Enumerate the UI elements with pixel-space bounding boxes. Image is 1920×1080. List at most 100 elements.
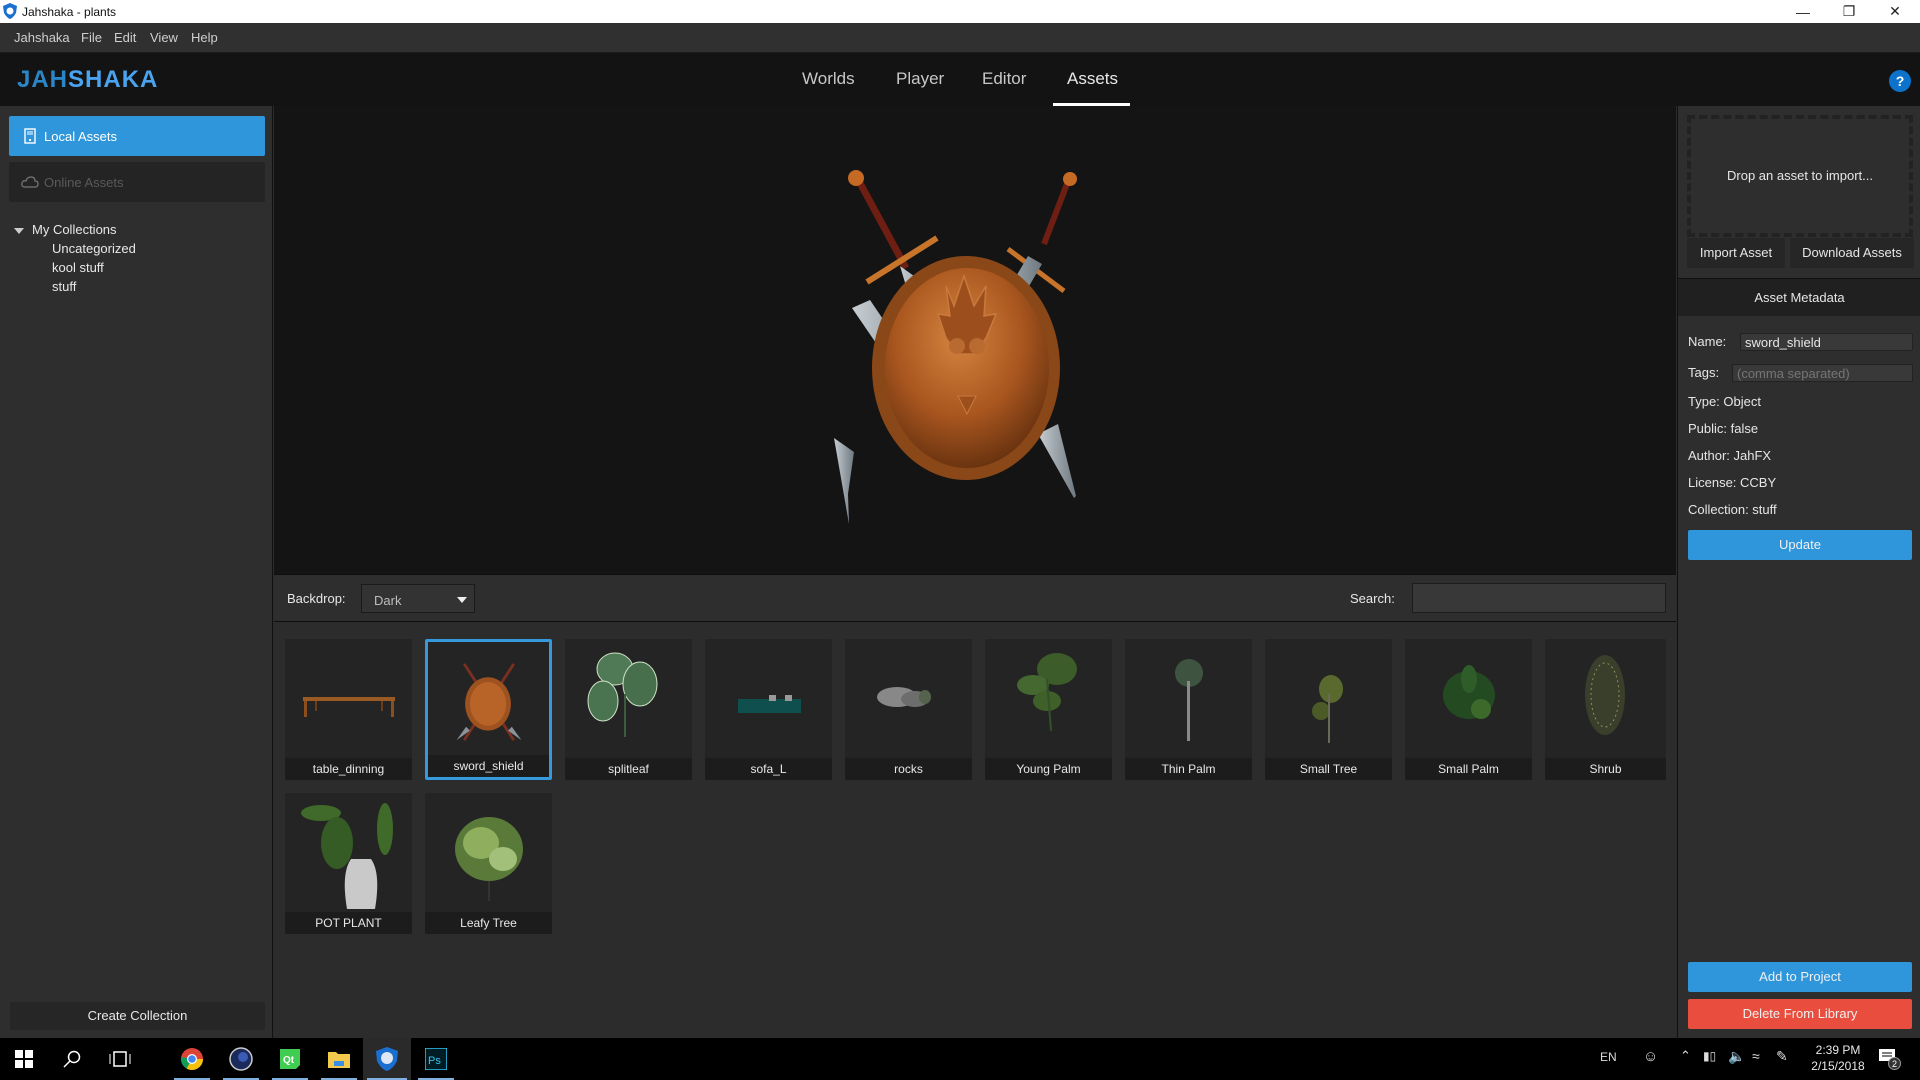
battery-icon[interactable]: ▮▯ [1703,1049,1716,1063]
tab-worlds[interactable]: Worlds [802,69,855,89]
logo-part-1: JAH [17,66,69,93]
app-header: JAHSHAKA Worlds Player Editor Assets ? [0,52,1920,106]
taskbar-app-jahshaka[interactable] [363,1038,411,1080]
asset-tile-young-palm[interactable]: Young Palm [985,639,1112,780]
update-button[interactable]: Update [1688,530,1912,560]
import-asset-button[interactable]: Import Asset [1687,238,1785,268]
taskbar-app-chrome[interactable] [170,1038,214,1080]
asset-tile-small-palm[interactable]: Small Palm [1405,639,1532,780]
tab-player[interactable]: Player [896,69,944,89]
backdrop-select[interactable]: Dark [361,584,475,613]
asset-tile-sofa-l[interactable]: sofa_L [705,639,832,780]
notification-count-badge: 2 [1888,1057,1901,1070]
restore-button[interactable]: ❐ [1826,0,1872,23]
name-label: Name: [1688,334,1727,349]
task-view-icon [109,1051,131,1067]
taskbar-clock[interactable]: 2:39 PM 2/15/2018 [1808,1042,1868,1074]
collection-item[interactable]: Uncategorized [52,241,136,256]
collection-info: Collection: stuff [1688,502,1777,517]
tab-editor[interactable]: Editor [982,69,1026,89]
taskbar-app-cinema4d[interactable] [219,1038,263,1080]
windows-taskbar: Qt Ps EN ☺ ⌃ ▮▯ 🔈 ≈ ✎ 2:39 PM 2/15/2018 … [0,1038,1920,1080]
asset-tile-shrub[interactable]: Shrub [1545,639,1666,780]
delete-from-library-button[interactable]: Delete From Library [1688,999,1912,1029]
asset-preview-viewport[interactable] [274,106,1676,574]
clock-time: 2:39 PM [1815,1043,1861,1057]
asset-tile-pot-plant[interactable]: POT PLANT [285,793,412,934]
search-input[interactable] [1412,583,1666,613]
volume-icon[interactable]: 🔈 [1728,1048,1745,1065]
search-icon [63,1050,81,1068]
close-button[interactable]: ✕ [1872,0,1918,23]
asset-name: splitleaf [565,758,692,780]
asset-drop-zone[interactable]: Drop an asset to import... [1687,115,1913,237]
pen-icon[interactable]: ✎ [1776,1048,1788,1065]
action-center-button[interactable]: 2 [1878,1048,1901,1070]
task-view-button[interactable] [96,1038,144,1080]
jahshaka-icon [376,1047,398,1071]
help-button[interactable]: ? [1889,70,1911,92]
expand-caret-icon[interactable] [14,228,24,234]
logo-part-2: SHAKA [68,66,159,93]
asset-name: Thin Palm [1125,758,1252,780]
qt-icon: Qt [280,1049,300,1069]
start-button[interactable] [0,1038,48,1080]
minimize-button[interactable]: — [1780,0,1826,23]
create-collection-button[interactable]: Create Collection [10,1002,265,1030]
asset-name: Young Palm [985,758,1112,780]
wifi-icon[interactable]: ≈ [1752,1048,1760,1064]
menu-file[interactable]: File [81,30,102,45]
photoshop-icon: Ps [425,1048,447,1070]
menu-edit[interactable]: Edit [114,30,136,45]
menu-help[interactable]: Help [191,30,218,45]
jahshaka-app-icon [3,3,17,19]
show-hidden-icons-chevron-icon[interactable]: ⌃ [1680,1048,1691,1064]
asset-tile-splitleaf[interactable]: splitleaf [565,639,692,780]
asset-tile-small-tree[interactable]: Small Tree [1265,639,1392,780]
asset-name: sword_shield [428,755,549,777]
taskbar-app-photoshop[interactable]: Ps [414,1038,458,1080]
shield-thumbnail [456,663,522,741]
search-label: Search: [1350,591,1395,606]
asset-tile-thin-palm[interactable]: Thin Palm [1125,639,1252,780]
download-assets-button[interactable]: Download Assets [1790,238,1914,268]
tags-label: Tags: [1688,365,1720,380]
asset-tile-sword-shield[interactable]: sword_shield [425,639,552,780]
window-title: Jahshaka - plants [22,5,117,19]
name-input[interactable] [1740,333,1913,351]
leafy-tree-thumbnail [455,817,523,901]
collection-item[interactable]: stuff [52,279,76,294]
small-tree-thumbnail [1312,675,1343,743]
close-icon: ✕ [1889,3,1901,19]
start-icon [15,1050,33,1068]
restore-icon: ❐ [1842,3,1856,19]
tab-assets[interactable]: Assets [1067,69,1118,89]
asset-name: sofa_L [705,758,832,780]
dropdown-arrow-icon [457,597,467,603]
my-collections-node[interactable]: My Collections [32,222,117,237]
collection-item[interactable]: kool stuff [52,260,104,275]
taskbar-app-file-explorer[interactable] [317,1038,361,1080]
asset-name: Shrub [1545,758,1666,780]
shrub-thumbnail [1585,655,1625,735]
asset-tile-table-dinning[interactable]: table_dinning [285,639,412,780]
add-to-project-button[interactable]: Add to Project [1688,962,1912,992]
people-icon[interactable]: ☺ [1643,1048,1658,1065]
cinema4d-icon [229,1047,253,1071]
public-info: Public: false [1688,421,1759,436]
author-info: Author: JahFX [1688,448,1772,463]
asset-tile-rocks[interactable]: rocks [845,639,972,780]
taskbar-app-qt[interactable]: Qt [268,1038,312,1080]
young-palm-thumbnail [1017,653,1077,732]
taskbar-search-button[interactable] [48,1038,96,1080]
menu-jahshaka[interactable]: Jahshaka [14,30,70,45]
menu-view[interactable]: View [150,30,178,45]
tags-input[interactable] [1732,364,1913,382]
input-language[interactable]: EN [1600,1050,1617,1064]
thin-palm-thumbnail [1175,659,1203,741]
local-assets-button[interactable]: Local Assets [9,116,265,156]
svg-text:Ps: Ps [428,1055,441,1067]
minimize-icon: — [1796,3,1810,20]
asset-tile-leafy-tree[interactable]: Leafy Tree [425,793,552,934]
online-assets-button[interactable]: Online Assets [9,162,265,202]
